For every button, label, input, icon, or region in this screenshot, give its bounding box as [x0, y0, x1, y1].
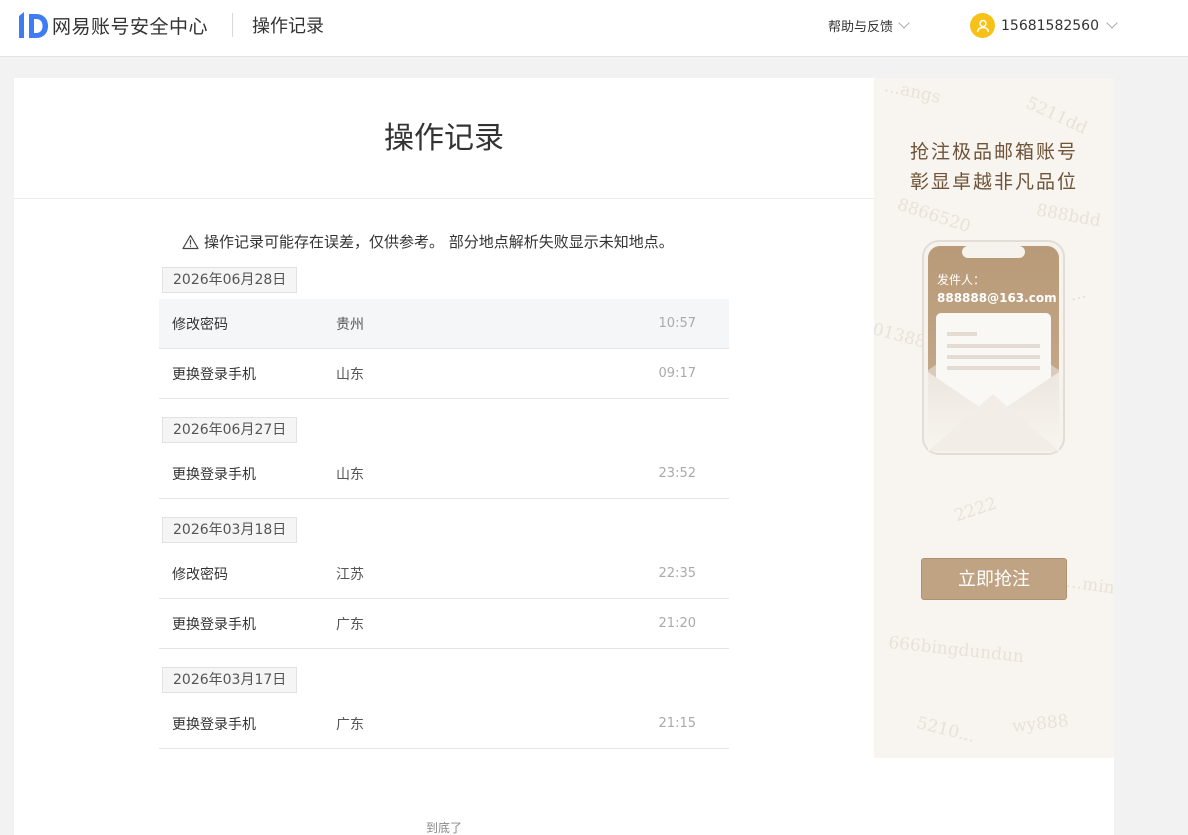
record-time: 21:20 — [658, 616, 696, 631]
record-action: 更换登录手机 — [172, 467, 256, 483]
watermark-text: 666bingdundun — [887, 632, 1025, 668]
record-time: 22:35 — [658, 566, 696, 581]
record-time: 09:17 — [658, 366, 696, 381]
record-group: 2026年03月17日 更换登录手机 广东 21:15 — [159, 667, 729, 767]
ad-headline: 抢注极品邮箱账号 — [909, 141, 1078, 163]
record-location: 贵州 — [336, 317, 364, 333]
record-group: 2026年06月27日 更换登录手机 山东 23:52 — [159, 417, 729, 517]
header-divider — [232, 13, 233, 37]
username: 15681582560 — [1001, 17, 1099, 34]
sender-label: 发件人： — [937, 272, 985, 287]
top-header: 网易账号安全中心 操作记录 帮助与反馈 15681582560 — [0, 0, 1188, 57]
record-location: 山东 — [336, 367, 364, 383]
notice-message: 操作记录可能存在误差，仅供参考。 部分地点解析失败显示未知地点。 — [182, 231, 674, 252]
record-action: 更换登录手机 — [172, 367, 256, 383]
chevron-down-icon — [1106, 17, 1118, 29]
date-tag: 2026年03月18日 — [162, 517, 298, 543]
user-account-menu[interactable]: 15681582560 — [970, 13, 1118, 38]
watermark-text: 2222 — [951, 493, 1000, 527]
phone-mail-illustration: 发件人： 888888@163.com — [922, 240, 1065, 455]
logo-id-icon — [19, 12, 48, 38]
record-row[interactable]: 修改密码 江苏 22:35 — [159, 549, 729, 599]
date-tag: 2026年06月28日 — [162, 267, 298, 293]
watermark-text: 5210... — [914, 713, 978, 747]
watermark-text: ...ming — [1064, 571, 1114, 601]
date-tag: 2026年03月17日 — [162, 667, 298, 693]
record-row[interactable]: 更换登录手机 广东 21:20 — [159, 599, 729, 649]
record-action: 修改密码 — [172, 567, 228, 583]
avatar — [970, 13, 995, 38]
record-row[interactable]: 更换登录手机 山东 09:17 — [159, 349, 729, 399]
help-feedback-menu[interactable]: 帮助与反馈 — [828, 16, 910, 35]
header-page-name: 操作记录 — [252, 16, 324, 37]
watermark-text: wy888 — [1011, 711, 1070, 737]
watermark-text: 01388 — [874, 319, 928, 353]
record-location: 广东 — [336, 617, 364, 633]
record-time: 23:52 — [658, 466, 696, 481]
date-tag: 2026年06月27日 — [162, 417, 298, 443]
record-action: 更换登录手机 — [172, 617, 256, 633]
record-time: 10:57 — [658, 316, 696, 331]
records-list: 2026年06月28日 修改密码 贵州 10:57 更换登录手机 山东 09:1… — [159, 267, 729, 767]
watermark-text: 888bdd — [1034, 200, 1103, 232]
record-group: 2026年03月18日 修改密码 江苏 22:35 更换登录手机 广东 21:2… — [159, 517, 729, 667]
ad-footer-blank — [874, 758, 1114, 835]
record-location: 山东 — [336, 467, 364, 483]
sender-email: 888888@163.com — [937, 291, 1057, 305]
watermark-text: ...angs — [882, 78, 943, 108]
end-of-list-text: 到底了 — [425, 821, 462, 835]
warning-icon — [182, 234, 199, 249]
user-icon — [976, 19, 989, 32]
record-group: 2026年06月28日 修改密码 贵州 10:57 更换登录手机 山东 09:1… — [159, 267, 729, 417]
record-action: 修改密码 — [172, 317, 228, 333]
email-account-ad[interactable]: ...angs 5211dd 8866520 888bdd 01388 2222… — [874, 78, 1114, 758]
notice-text: 操作记录可能存在误差，仅供参考。 部分地点解析失败显示未知地点。 — [204, 233, 674, 251]
record-location: 江苏 — [336, 567, 364, 583]
page-title: 操作记录 — [14, 78, 874, 199]
brand-name: 网易账号安全中心 — [52, 15, 209, 38]
watermark-text: 5211dd — [1022, 93, 1091, 139]
chevron-down-icon — [898, 17, 910, 29]
record-time: 21:15 — [658, 716, 696, 731]
record-action: 更换登录手机 — [172, 717, 256, 733]
help-feedback-label: 帮助与反馈 — [828, 20, 894, 35]
ad-headline: 彰显卓越非凡品位 — [909, 171, 1078, 193]
watermark-text: ... — [1068, 282, 1089, 306]
records-panel: 操作记录 操作记录可能存在误差，仅供参考。 部分地点解析失败显示未知地点。 20… — [14, 78, 874, 835]
record-row[interactable]: 修改密码 贵州 10:57 — [159, 299, 729, 349]
register-now-button[interactable]: 立即抢注 — [921, 558, 1067, 600]
netease-id-logo[interactable]: 网易账号安全中心 — [18, 11, 208, 39]
record-row[interactable]: 更换登录手机 山东 23:52 — [159, 449, 729, 499]
watermark-text: 8866520 — [894, 194, 973, 238]
record-row[interactable]: 更换登录手机 广东 21:15 — [159, 699, 729, 749]
record-location: 广东 — [336, 717, 364, 733]
